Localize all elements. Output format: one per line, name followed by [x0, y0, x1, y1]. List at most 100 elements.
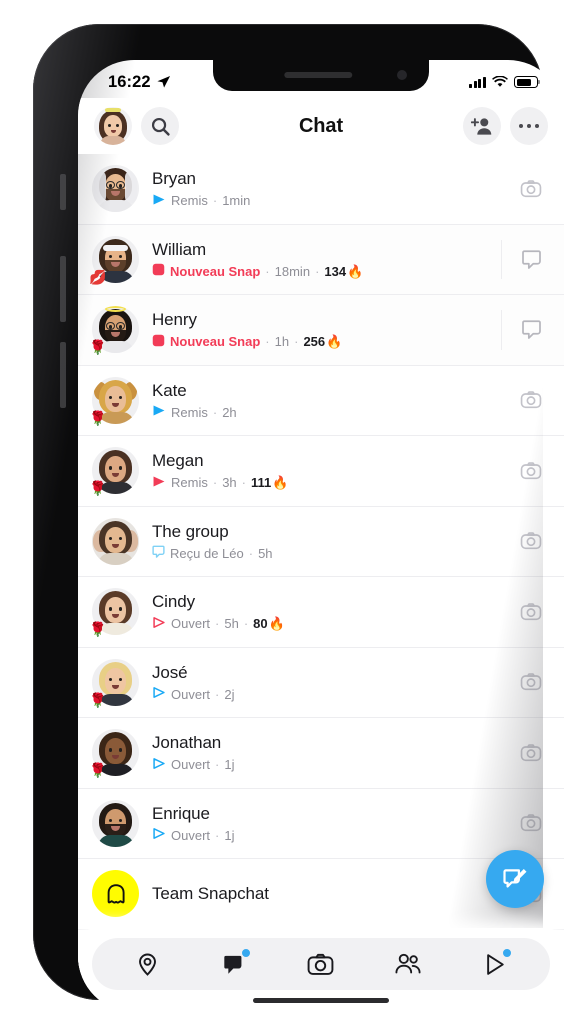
avatar[interactable]: 🌹: [89, 447, 139, 495]
volume-up-button[interactable]: [60, 256, 66, 322]
chat-status-text: Remis: [171, 193, 208, 209]
avatar[interactable]: 🌹: [89, 729, 139, 779]
avatar[interactable]: [92, 799, 139, 847]
chat-text-group: Kate Remis · 2h: [152, 380, 514, 421]
new-chat-fab[interactable]: [486, 850, 544, 908]
chat-timestamp: 5h: [224, 616, 239, 632]
row-action-button[interactable]: [514, 595, 548, 629]
avatar[interactable]: 🌹: [89, 588, 139, 636]
row-action-button[interactable]: [514, 665, 548, 699]
profile-bitmoji-avatar[interactable]: [94, 107, 132, 145]
silent-switch[interactable]: [60, 174, 66, 210]
avatar-emoji-badge: 🌹: [89, 762, 107, 779]
chat-timestamp: 2j: [224, 686, 235, 702]
nav-item-camera[interactable]: [299, 944, 343, 984]
nav-item-friends[interactable]: [386, 944, 430, 984]
row-divider: [501, 239, 502, 279]
chat-timestamp: 5h: [258, 545, 273, 561]
chat-text-group: Team Snapchat: [152, 883, 514, 904]
fire-icon: 🔥: [268, 616, 285, 632]
separator-dot: ·: [212, 193, 218, 209]
chat-status-text: Nouveau Snap: [170, 263, 261, 279]
avatar[interactable]: [92, 165, 139, 213]
chat-timestamp: 1j: [224, 827, 235, 843]
streak-count: 134: [324, 263, 347, 279]
search-button[interactable]: [141, 107, 179, 145]
spotlight-badge: [501, 948, 512, 958]
chat-text-group: The group Reçu de Léo · 5h: [152, 521, 514, 562]
separator-dot: ·: [215, 827, 220, 843]
row-action-button[interactable]: [514, 524, 548, 558]
status-icon: [152, 334, 165, 351]
bitmoji-avatar: [92, 165, 139, 213]
chat-subtitle: Remis · 1min: [152, 193, 514, 210]
avatar[interactable]: [92, 517, 139, 565]
row-action-button[interactable]: [514, 806, 548, 840]
chat-row[interactable]: Bryan Remis · 1min: [78, 154, 564, 225]
arrow-outline-icon: [153, 757, 165, 769]
volume-down-button[interactable]: [60, 342, 66, 408]
avatar[interactable]: [92, 870, 139, 918]
nav-item-chat[interactable]: [212, 944, 256, 984]
chat-timestamp: 2h: [222, 404, 237, 420]
add-friend-button[interactable]: [463, 107, 501, 145]
chat-row[interactable]: The group Reçu de Léo · 5h: [78, 506, 564, 577]
fire-icon: 🔥: [326, 334, 343, 350]
row-divider: [501, 310, 502, 350]
chat-subtitle: Nouveau Snap · 18min · 134 🔥: [152, 263, 514, 280]
chat-subtitle: Ouvert · 5h · 80 🔥: [152, 616, 514, 633]
chat-status-text: Ouvert: [171, 686, 211, 702]
more-options-button[interactable]: [510, 107, 548, 145]
chat-row[interactable]: 🌹 Henry Nouveau Snap · 1h · 256 🔥: [78, 295, 564, 366]
avatar-emoji-badge: 🌹: [89, 691, 107, 708]
nav-item-map[interactable]: [125, 944, 169, 984]
chat-name: William: [152, 239, 207, 259]
screenshot-stage: 16:22 Chat Bryan Remis · 1min 💋 William …: [0, 0, 576, 1024]
chat-name: José: [152, 662, 188, 682]
chat-row[interactable]: Enrique Ouvert · 1j: [78, 788, 564, 859]
row-action-button[interactable]: [514, 313, 548, 347]
chat-text-group: Enrique Ouvert · 1j: [152, 803, 514, 844]
chat-timestamp: 1h: [274, 334, 290, 350]
avatar[interactable]: 💋: [89, 235, 139, 284]
row-action-button[interactable]: [514, 736, 548, 770]
bitmoji-avatar: [92, 870, 139, 918]
battery-icon: [514, 76, 541, 88]
avatar[interactable]: 🌹: [89, 658, 139, 708]
chat-name: Jonathan: [152, 733, 222, 753]
streak-count: 111: [251, 475, 272, 491]
row-action-button[interactable]: [514, 172, 548, 206]
chat-timestamp: 1j: [224, 757, 235, 773]
avatar-emoji-badge: 🌹: [89, 409, 107, 426]
status-icon: [152, 616, 166, 633]
chat-row[interactable]: 🌹 Megan Remis · 3h · 111 🔥: [78, 436, 564, 507]
status-icon: [152, 263, 165, 280]
chat-name: Cindy: [152, 592, 195, 612]
row-action-button[interactable]: [514, 242, 548, 276]
chat-row[interactable]: 🌹 Cindy Ouvert · 5h · 80 🔥: [78, 577, 564, 648]
chat-row[interactable]: 🌹 Kate Remis · 2h: [78, 365, 564, 436]
status-icon: [152, 404, 166, 421]
camera-icon: [520, 532, 542, 550]
avatar[interactable]: 🌹: [89, 306, 139, 354]
chat-name: Team Snapchat: [152, 884, 269, 904]
row-action-button[interactable]: [514, 454, 548, 488]
separator-dot: ·: [215, 757, 220, 773]
chat-timestamp: 3h: [222, 475, 237, 491]
avatar[interactable]: 🌹: [89, 376, 139, 426]
nav-item-spotlight[interactable]: [473, 944, 517, 984]
chat-text-group: Bryan Remis · 1min: [152, 168, 514, 209]
camera-icon: [520, 744, 542, 761]
new-chat-icon: [502, 868, 526, 888]
chat-subtitle: Ouvert · 2j: [152, 686, 514, 703]
camera-icon: [520, 462, 542, 479]
chat-status-text: Ouvert: [171, 757, 211, 773]
chat-text-group: Megan Remis · 3h · 111 🔥: [152, 450, 514, 491]
row-action-button[interactable]: [514, 383, 548, 417]
separator-dot: ·: [248, 545, 254, 561]
chat-row[interactable]: 💋 William Nouveau Snap · 18min · 134 🔥: [78, 224, 564, 295]
chat-name: Enrique: [152, 803, 210, 823]
chat-row[interactable]: 🌹 José Ouvert · 2j: [78, 647, 564, 718]
chat-row[interactable]: 🌹 Jonathan Ouvert · 1j: [78, 718, 564, 789]
app-header: Chat: [78, 98, 564, 154]
